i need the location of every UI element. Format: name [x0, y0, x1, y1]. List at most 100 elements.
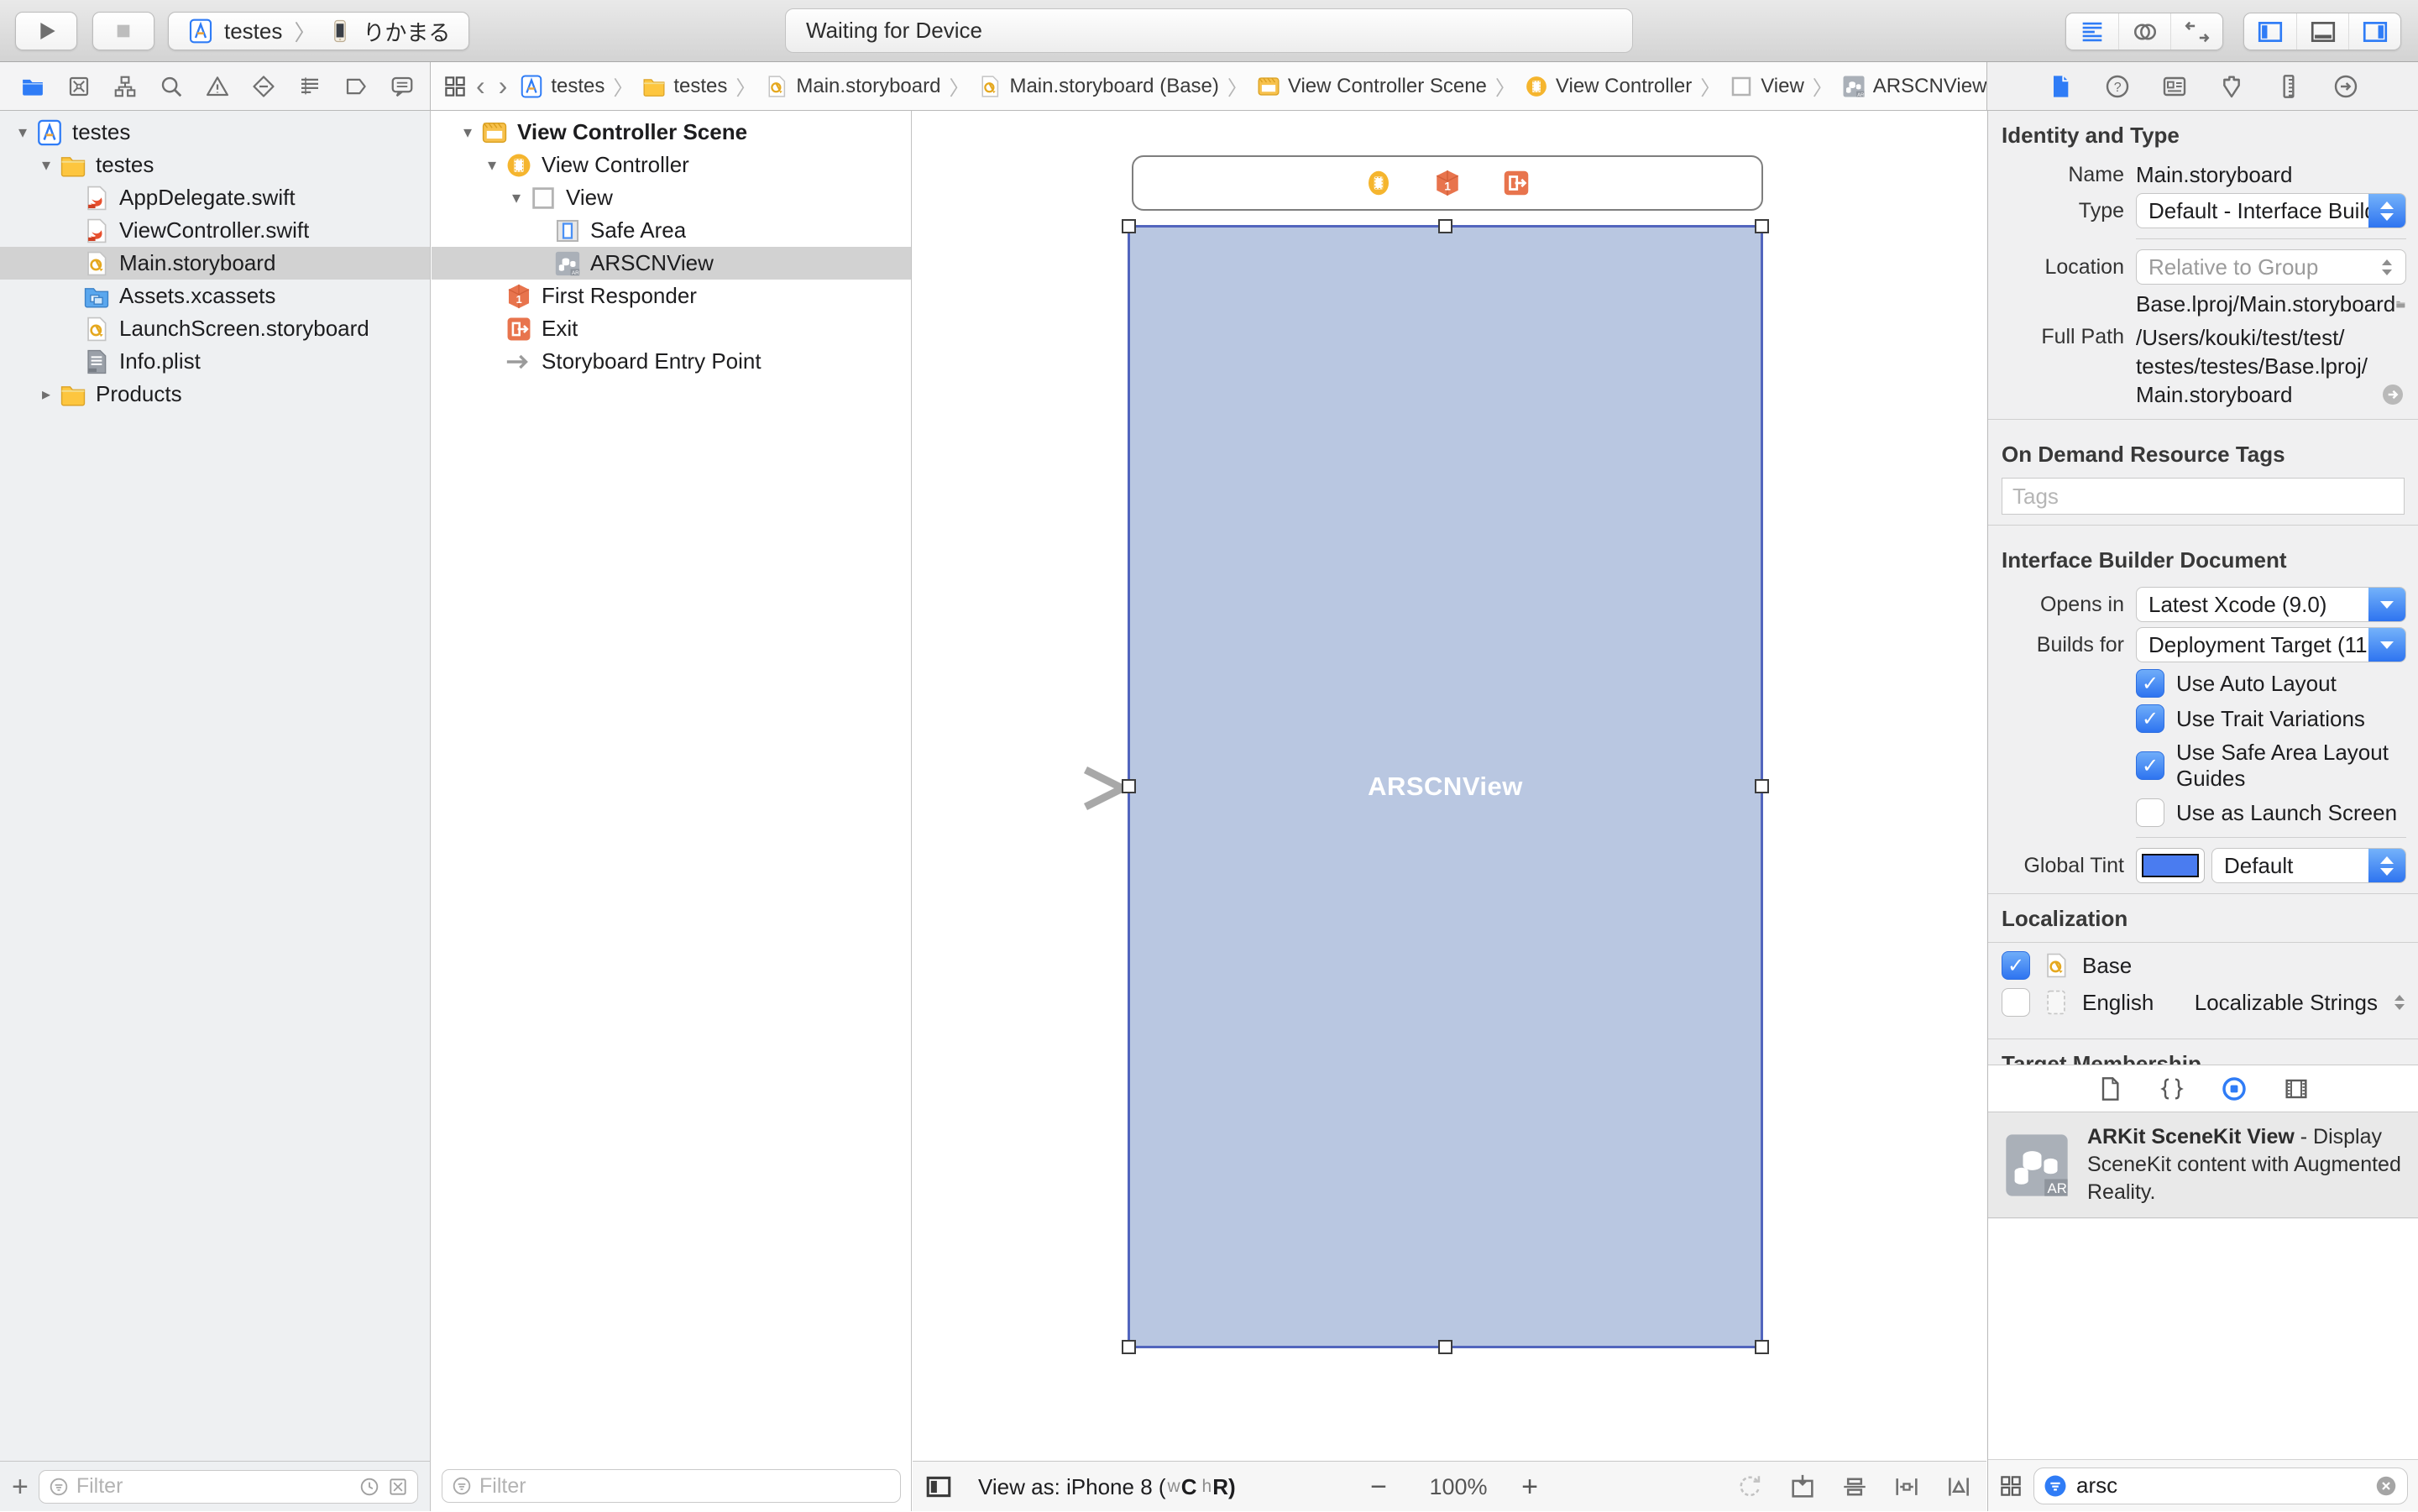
attributes-inspector-icon[interactable]	[2218, 73, 2245, 100]
tags-field[interactable]: Tags	[2002, 478, 2405, 515]
global-tint-popup[interactable]: Default	[2211, 848, 2406, 883]
storyboard-entry-point-arrow[interactable]	[961, 765, 1129, 812]
disclosure-triangle[interactable]: ▾	[479, 154, 505, 175]
stop-button[interactable]	[92, 12, 154, 50]
checkbox-item-row[interactable]: English Localizable Strings	[2002, 988, 2405, 1017]
add-file-button[interactable]: +	[12, 1473, 29, 1501]
zoom-level[interactable]: 100%	[1408, 1462, 1509, 1512]
align-icon[interactable]	[1840, 1473, 1869, 1501]
debug-navigator-icon[interactable]	[297, 74, 322, 99]
disclosure-triangle[interactable]: ▾	[455, 122, 480, 143]
navigator-filter-field[interactable]: Filter	[39, 1470, 418, 1504]
media-library-icon[interactable]	[2283, 1075, 2310, 1102]
outline-filter-field[interactable]: Filter	[442, 1469, 901, 1503]
run-button[interactable]	[15, 12, 77, 50]
tree-row[interactable]: ▾ testes	[0, 149, 430, 181]
resize-handle-bottom-left[interactable]	[1122, 1340, 1136, 1354]
find-navigator-icon[interactable]	[159, 74, 184, 99]
checkbox[interactable]	[2002, 988, 2030, 1017]
connections-inspector-icon[interactable]	[2332, 73, 2359, 100]
checkbox[interactable]	[2136, 798, 2164, 827]
code-snippet-library-icon[interactable]	[2159, 1075, 2185, 1102]
assistant-editor-button[interactable]	[2118, 13, 2170, 50]
checkbox[interactable]	[2136, 704, 2164, 733]
quick-help-inspector-icon[interactable]	[2104, 73, 2131, 100]
related-items-icon[interactable]	[442, 74, 468, 99]
source-control-status-icon[interactable]	[387, 1476, 409, 1498]
toggle-navigator-button[interactable]	[2244, 13, 2296, 50]
object-library-icon[interactable]	[2221, 1075, 2248, 1102]
disclosure-triangle[interactable]: ▾	[10, 122, 35, 143]
disclosure-triangle[interactable]: ▸	[34, 384, 59, 405]
outline-toggle-icon[interactable]	[924, 1473, 953, 1501]
item-value[interactable]: Localizable Strings	[2195, 990, 2378, 1016]
breadcrumb-item[interactable]: 〉 testes	[519, 74, 604, 99]
tree-row[interactable]: ▾ View Controller Scene	[432, 116, 911, 149]
global-tint-colorwell[interactable]	[2136, 848, 2205, 883]
library-item-arkit-scenekit-view[interactable]: ARKit SceneKit View - Display SceneKit c…	[1988, 1112, 2418, 1218]
storyboard-canvas[interactable]: ARSCNView	[913, 111, 1986, 1461]
tree-row[interactable]: Info.plist	[0, 345, 430, 378]
tree-row[interactable]: Safe Area	[432, 214, 911, 247]
checkbox-row[interactable]: Use Auto Layout	[2136, 669, 2406, 698]
size-inspector-icon[interactable]	[2275, 73, 2302, 100]
resize-handle-top-right[interactable]	[1755, 219, 1769, 233]
opens-in-popup[interactable]: Latest Xcode (9.0)	[2136, 587, 2406, 622]
issue-navigator-icon[interactable]	[205, 74, 230, 99]
version-editor-button[interactable]	[2170, 13, 2222, 50]
tree-row[interactable]: ARSCNView	[432, 247, 911, 280]
type-popup[interactable]: Default - Interface Builder...	[2136, 193, 2406, 228]
tree-row[interactable]: Assets.xcassets	[0, 280, 430, 312]
checkbox-row[interactable]: Use Safe Area Layout Guides	[2136, 740, 2406, 792]
forward-button[interactable]: ›	[499, 71, 508, 102]
tree-row[interactable]: Storyboard Entry Point	[432, 345, 911, 378]
resize-handle-right[interactable]	[1755, 779, 1769, 793]
breadcrumb-item[interactable]: 〉 ARSCNView	[1804, 71, 1986, 101]
disclosure-triangle[interactable]: ▾	[34, 154, 59, 175]
resize-handle-top-left[interactable]	[1122, 219, 1136, 233]
builds-for-popup[interactable]: Deployment Target (11.2)	[2136, 627, 2406, 662]
resize-handle-top[interactable]	[1438, 219, 1452, 233]
tree-row[interactable]: ▸ Products	[0, 378, 430, 411]
tree-row[interactable]: ▾ View Controller	[432, 149, 911, 181]
resolve-autolayout-icon[interactable]	[1944, 1473, 1973, 1501]
exit-dock-icon[interactable]	[1501, 168, 1531, 198]
zoom-out-button[interactable]: −	[1353, 1462, 1404, 1512]
location-popup[interactable]: Relative to Group	[2136, 249, 2406, 285]
toggle-inspector-button[interactable]	[2348, 13, 2400, 50]
tree-row[interactable]: Exit	[432, 312, 911, 345]
library-grid-toggle[interactable]	[1998, 1473, 2023, 1499]
checkbox-item-row[interactable]: Base	[2002, 951, 2405, 980]
open-path-arrow-icon[interactable]	[2379, 381, 2406, 408]
checkbox[interactable]	[2136, 751, 2164, 780]
recent-files-icon[interactable]	[359, 1476, 380, 1498]
toggle-debug-area-button[interactable]	[2296, 13, 2348, 50]
name-value[interactable]: Main.storyboard	[2136, 162, 2292, 188]
breadcrumb-item[interactable]: 〉 Main.storyboard (Base)	[940, 71, 1218, 101]
report-navigator-icon[interactable]	[390, 74, 415, 99]
checkbox-row[interactable]: Use as Launch Screen	[2136, 798, 2406, 827]
disclosure-triangle[interactable]: ▾	[504, 187, 529, 208]
checkbox-row[interactable]: Use Trait Variations	[2136, 704, 2406, 733]
scheme-selector[interactable]: testes 〉 りかまる	[168, 12, 469, 50]
arscn-view-selected[interactable]: ARSCNView	[1128, 225, 1763, 1348]
file-inspector-icon[interactable]	[2047, 73, 2074, 100]
standard-editor-button[interactable]	[2066, 13, 2118, 50]
tree-row[interactable]: AppDelegate.swift	[0, 181, 430, 214]
back-button[interactable]: ‹	[476, 71, 485, 102]
symbol-navigator-icon[interactable]	[113, 74, 138, 99]
breadcrumb-item[interactable]: 〉 Main.storyboard	[727, 71, 940, 101]
clear-search-icon[interactable]	[2374, 1473, 2399, 1499]
breadcrumb-item[interactable]: 〉 View	[1692, 71, 1804, 101]
project-navigator-icon[interactable]	[20, 74, 45, 99]
source-control-navigator-icon[interactable]	[66, 74, 92, 99]
test-navigator-icon[interactable]	[251, 74, 276, 99]
tree-row[interactable]: ▾ View	[432, 181, 911, 214]
view-as-control[interactable]: View as: iPhone 8 (wChR)	[978, 1462, 1236, 1512]
update-frames-icon[interactable]	[1736, 1473, 1765, 1501]
zoom-in-button[interactable]: +	[1505, 1462, 1555, 1512]
view-controller-dock-icon[interactable]	[1363, 168, 1394, 198]
breadcrumb-item[interactable]: 〉 testes	[604, 71, 727, 101]
file-template-library-icon[interactable]	[2096, 1075, 2123, 1102]
resize-handle-bottom[interactable]	[1438, 1340, 1452, 1354]
